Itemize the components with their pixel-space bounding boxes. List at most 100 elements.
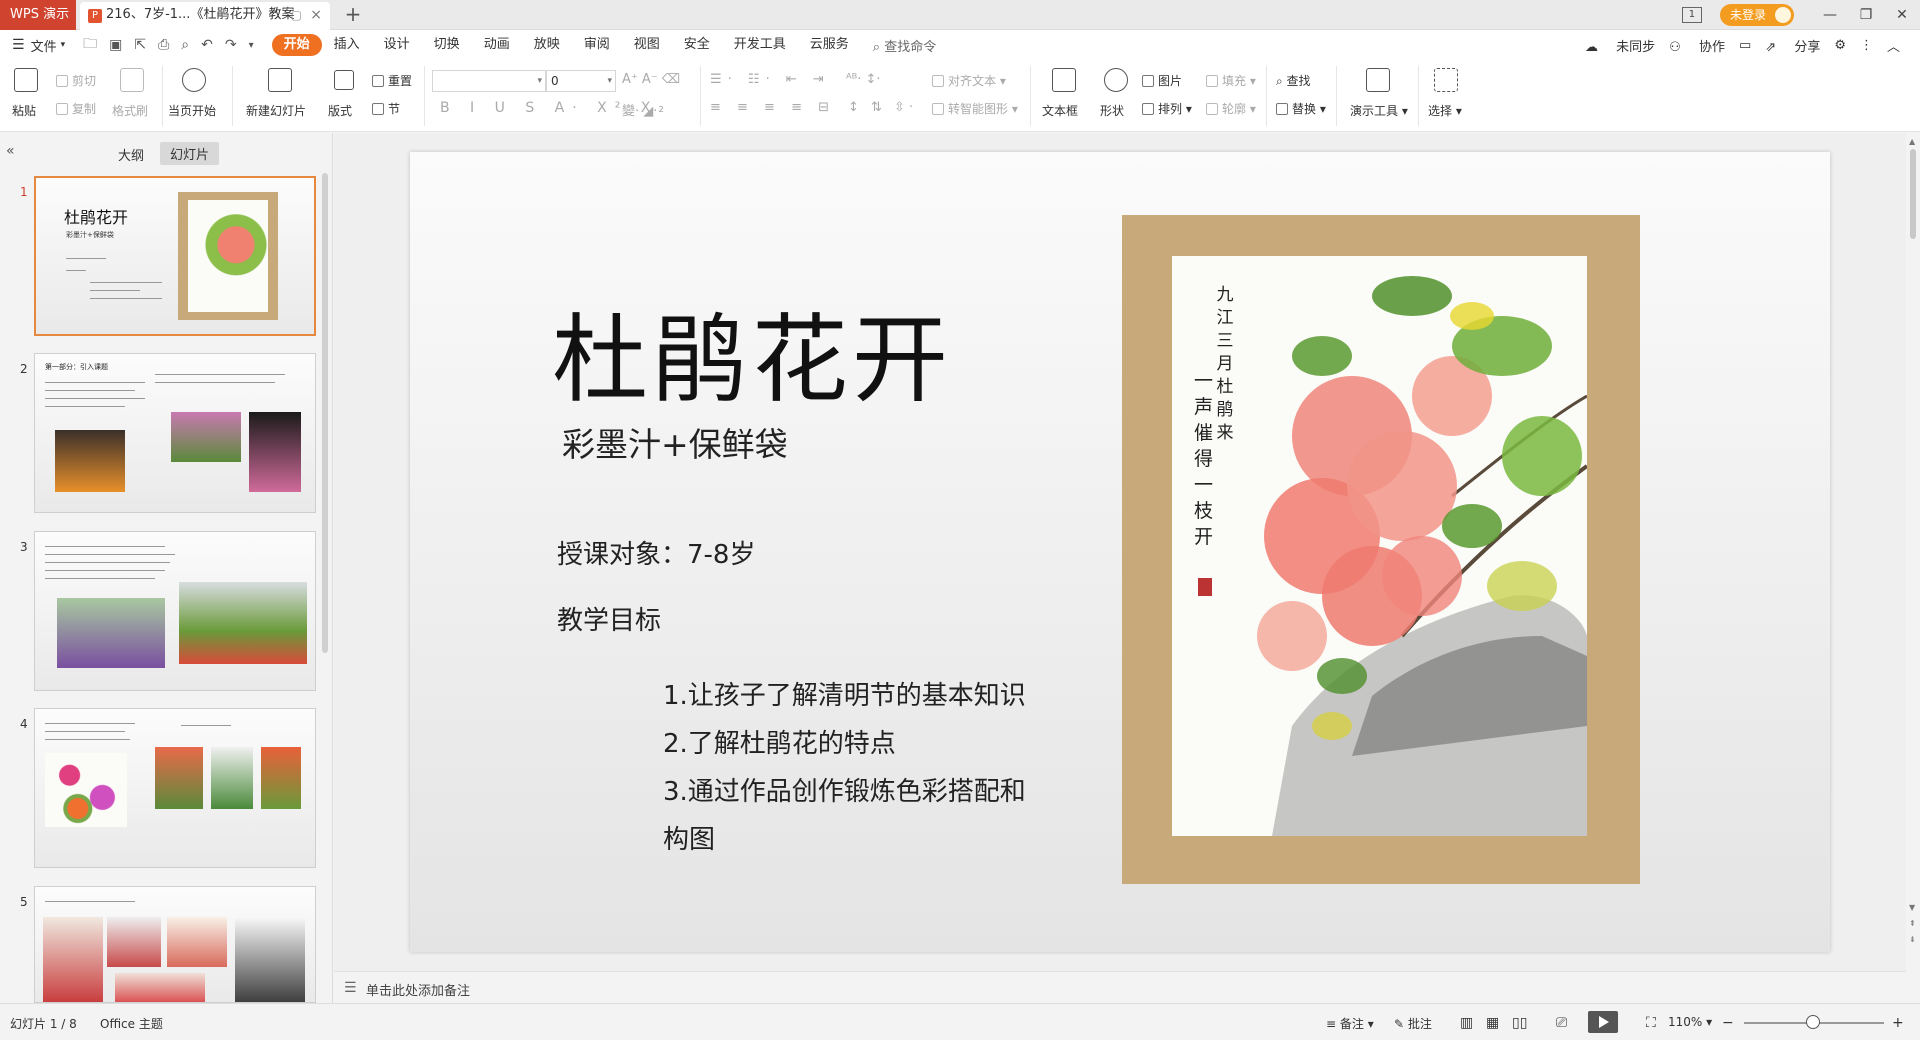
replace-button[interactable]: 替换 ▾ — [1276, 100, 1326, 117]
outline-button[interactable]: 轮廓 ▾ — [1206, 100, 1256, 117]
comments-toggle[interactable]: ✎ 批注 — [1394, 1015, 1432, 1032]
print-preview-icon[interactable]: ⌕ — [181, 37, 189, 53]
search-command[interactable]: ⌕ 查找命令 — [873, 36, 936, 55]
arrange-button[interactable]: 排列 ▾ — [1142, 100, 1192, 117]
slide-sorter-view-icon[interactable]: ▦ — [1486, 1015, 1499, 1031]
font-family-select[interactable]: ▾ — [432, 70, 546, 92]
azalea-painting-image[interactable]: 九江三月杜鹃来 一声催得一枝开 — [1122, 215, 1640, 884]
find-button[interactable]: ⌕ 查找 — [1276, 72, 1311, 89]
convert-smartart-button[interactable]: 转智能图形 ▾ — [932, 100, 1018, 117]
presenter-view-icon[interactable]: ⎚ — [1556, 1015, 1567, 1031]
list-buttons[interactable]: ☰· ☷· ⇤ ⇥ — [710, 72, 830, 87]
more-icon[interactable]: ⋮ — [1860, 38, 1873, 53]
login-button[interactable]: 未登录 — [1719, 4, 1794, 26]
new-slide-icon[interactable] — [268, 68, 292, 92]
tab-security[interactable]: 安全 — [672, 34, 722, 56]
normal-view-icon[interactable]: ▥ — [1460, 1015, 1473, 1031]
tab-review[interactable]: 审阅 — [572, 34, 622, 56]
undo-icon[interactable]: ↶ — [201, 37, 213, 53]
tab-developer[interactable]: 开发工具 — [722, 34, 798, 56]
prev-slide-icon[interactable]: ⇞ — [1909, 919, 1916, 928]
font-grow-shrink[interactable]: A⁺ A⁻ ⌫ — [622, 72, 680, 87]
fit-to-window-icon[interactable]: ⛶ — [1646, 1015, 1656, 1031]
canvas-scrollbar[interactable]: ▲ ▼ ⇞ ⇟ — [1906, 133, 1920, 1003]
textbox-button[interactable]: 文本框 — [1042, 102, 1078, 119]
notes-placeholder[interactable]: 单击此处添加备注 — [366, 980, 470, 999]
shape-button[interactable]: 形状 — [1100, 102, 1124, 119]
save-icon[interactable]: ▣ — [109, 37, 122, 53]
tab-cloud[interactable]: 云服务 — [798, 34, 861, 56]
tab-outline[interactable]: 大纲 — [118, 145, 144, 164]
tab-slideshow[interactable]: 放映 — [522, 34, 572, 56]
goal-list[interactable]: 1.让孩子了解清明节的基本知识 2.了解杜鹃花的特点 3.通过作品创作锻炼色彩搭… — [663, 672, 1043, 864]
file-menu[interactable]: ☰ 文件 ▾ — [12, 36, 65, 55]
customize-quick-access-icon[interactable]: ▾ — [249, 40, 254, 51]
close-tab-icon[interactable]: × — [310, 2, 322, 28]
section-button[interactable]: 节 — [372, 100, 400, 117]
slide-thumbnail-5[interactable] — [34, 886, 316, 1003]
cut-button[interactable]: 剪切 — [56, 72, 96, 89]
spacing-buttons[interactable]: ↕ ⇅ ⇳· — [848, 100, 917, 115]
close-window-icon[interactable]: ✕ — [1884, 7, 1920, 23]
slide-thumbnail-1[interactable]: 杜鹃花开 彩墨汁+保鲜袋 — [34, 176, 316, 336]
theme-name[interactable]: Office 主题 — [100, 1015, 163, 1032]
document-tab[interactable]: P 216、7岁-1...《杜鹃花开》教案 ▢ × — [80, 2, 330, 30]
shape-icon[interactable] — [1104, 68, 1128, 92]
share-button[interactable]: ⇗ 分享 — [1765, 36, 1820, 55]
next-slide-icon[interactable]: ⇟ — [1909, 935, 1916, 944]
picture-button[interactable]: 图片 — [1142, 72, 1182, 89]
restore-icon[interactable]: ❐ — [1848, 7, 1884, 23]
app-tab-wps[interactable]: WPS 演示 — [0, 0, 76, 30]
layout-switch-icon[interactable]: 1 — [1681, 7, 1702, 23]
print-icon[interactable]: ⎙ — [158, 37, 169, 53]
new-tab-button[interactable]: + — [340, 2, 366, 28]
minimize-icon[interactable]: — — [1812, 7, 1848, 23]
align-text-button[interactable]: 对齐文本 ▾ — [932, 72, 1006, 89]
current-slide[interactable]: 杜鹃花开 彩墨汁+保鲜袋 授课对象：7-8岁 教学目标 1.让孩子了解清明节的基… — [410, 152, 1830, 952]
play-slideshow-button[interactable] — [1588, 1011, 1618, 1033]
paste-button[interactable]: 粘贴 — [12, 102, 36, 119]
notes-pane[interactable]: ☰ 单击此处添加备注 — [334, 971, 1906, 1003]
tab-home[interactable]: 开始 — [271, 34, 322, 56]
scroll-down-icon[interactable]: ▼ — [1909, 903, 1915, 912]
slide-thumbnail-4[interactable] — [34, 708, 316, 868]
textbox-icon[interactable] — [1052, 68, 1076, 92]
text-effects[interactable]: 變· ◢· — [622, 100, 657, 119]
collaborate-button[interactable]: ⚇ 协作 — [1669, 36, 1725, 55]
tab-transitions[interactable]: 切换 — [422, 34, 472, 56]
zoom-slider-handle[interactable] — [1806, 1015, 1820, 1029]
copy-button[interactable]: 复制 — [56, 100, 96, 117]
play-from-current-icon[interactable] — [182, 68, 206, 92]
zoom-level[interactable]: 110% ▾ — [1668, 1015, 1712, 1029]
alignment-buttons[interactable]: ≡ ≡ ≡ ≡ ⊟ — [710, 100, 835, 115]
pin-icon[interactable]: ▢ — [291, 2, 302, 28]
start-from-current-button[interactable]: 当页开始 — [168, 102, 216, 119]
tab-view[interactable]: 视图 — [622, 34, 672, 56]
reset-button[interactable]: 重置 — [372, 72, 412, 89]
redo-icon[interactable]: ↷ — [225, 37, 237, 53]
layout-button[interactable]: 版式 — [328, 102, 352, 119]
font-size-select[interactable]: 0 ▾ — [546, 70, 616, 92]
tab-animations[interactable]: 动画 — [472, 34, 522, 56]
comment-icon[interactable]: ▭ — [1739, 38, 1751, 53]
scroll-up-icon[interactable]: ▲ — [1909, 137, 1915, 146]
paste-icon[interactable] — [14, 68, 38, 92]
slide-subtitle[interactable]: 彩墨汁+保鲜袋 — [562, 418, 788, 466]
new-slide-button[interactable]: 新建幻灯片 — [246, 102, 306, 119]
slide-title[interactable]: 杜鹃花开 — [552, 282, 952, 421]
share-export-icon[interactable]: ⇱ — [134, 37, 146, 53]
slide-thumbnail-2[interactable]: 第一部分：引入课题 — [34, 353, 316, 513]
presenter-tools-button[interactable]: 演示工具 ▾ — [1350, 102, 1408, 119]
collapse-ribbon-icon[interactable]: ︿ — [1887, 36, 1900, 55]
reading-view-icon[interactable]: ▯▯ — [1512, 1015, 1527, 1031]
presenter-tools-icon[interactable] — [1366, 68, 1390, 92]
collapse-panel-icon[interactable]: « — [6, 143, 15, 159]
tab-design[interactable]: 设计 — [372, 34, 422, 56]
format-painter-icon[interactable] — [120, 68, 144, 92]
notes-toggle[interactable]: ≡ 备注 ▾ — [1326, 1015, 1374, 1032]
open-folder-icon[interactable]: 🗀 — [83, 33, 97, 57]
settings-icon[interactable]: ⚙ — [1834, 38, 1846, 53]
select-button[interactable]: 选择 ▾ — [1428, 102, 1462, 119]
tab-insert[interactable]: 插入 — [322, 34, 372, 56]
slide-audience-text[interactable]: 授课对象：7-8岁 — [557, 534, 755, 571]
